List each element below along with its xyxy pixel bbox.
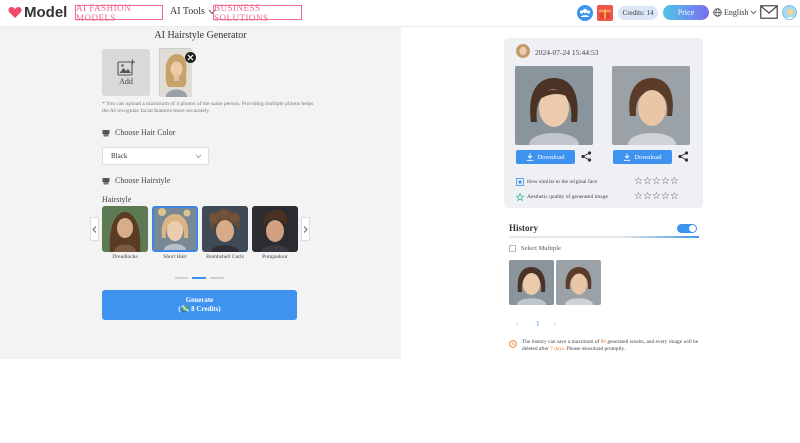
hair-color-heading: Choose Hair Color [102, 128, 175, 137]
heart-logo-icon [8, 7, 22, 18]
language-selector[interactable]: English [713, 8, 757, 17]
hair-color-value: Black [111, 152, 128, 160]
pagination-next[interactable]: › [554, 320, 556, 328]
price-button[interactable]: Price [663, 5, 709, 20]
notice-text: . Please download promptly. [564, 345, 626, 352]
top-bar: Model AI FASHION MODELS AI Tools BUSINES… [0, 0, 800, 27]
similarity-rating-label: How similar to the original face [516, 178, 597, 186]
hair-brush-icon [102, 129, 110, 136]
clock-icon [509, 340, 517, 348]
chevron-left-icon [92, 225, 97, 233]
hairstyle-option-short-hair[interactable] [152, 206, 198, 252]
history-notice: The history can save a maximum of 80 gen… [509, 339, 699, 353]
select-multiple-checkbox[interactable]: Select Multiple [509, 245, 561, 252]
add-photo-button[interactable]: Add [102, 49, 150, 96]
hairstyle-heading: Choose Hairstyle [102, 176, 170, 185]
image-quality-icon [516, 193, 524, 201]
download-label: Download [537, 153, 565, 161]
quality-rating-label: Aesthetic quality of generated image [516, 193, 608, 201]
generate-label: Generate [185, 296, 214, 304]
chevron-down-icon [751, 10, 757, 15]
nav-business-solutions[interactable]: BUSINESS SOLUTIONS [213, 3, 302, 23]
face-compare-icon [516, 178, 524, 186]
carousel-dot[interactable] [175, 277, 188, 279]
toggle-knob [689, 225, 696, 232]
download-icon [624, 153, 631, 161]
add-image-icon [116, 59, 135, 76]
history-notice-text: The history can save a maximum of 80 gen… [522, 339, 699, 353]
result-avatar [516, 44, 530, 58]
download-button[interactable]: Download [613, 150, 672, 164]
notice-text: The history can save a maximum of [522, 339, 601, 345]
gift-icon[interactable] [597, 5, 613, 21]
pagination-prev[interactable]: ‹ [516, 320, 518, 328]
hairstyle-name: Bombshell Curls [206, 254, 244, 260]
history-toggle[interactable] [677, 224, 697, 233]
close-icon [187, 54, 194, 61]
select-multiple-label: Select Multiple [521, 245, 561, 252]
share-icon[interactable] [581, 151, 592, 162]
nav-ai-fashion-models[interactable]: AI FASHION MODELS [75, 3, 163, 23]
hairstyle-next-button[interactable] [301, 217, 310, 241]
hair-color-heading-label: Choose Hair Color [115, 128, 176, 137]
logo[interactable]: Model [8, 4, 67, 21]
chevron-right-icon [303, 225, 308, 233]
upload-hint: * You can upload a maximum of 4 photos o… [102, 101, 314, 114]
carousel-dot[interactable] [210, 277, 224, 279]
download-button[interactable]: Download [516, 150, 575, 164]
nav-ai-tools[interactable]: AI Tools [170, 6, 216, 17]
checkbox[interactable] [509, 245, 516, 252]
generate-cost: (💸 8 Credits) [178, 305, 221, 313]
hairstyle-option-pompadour[interactable] [252, 206, 298, 252]
carousel-dot-active[interactable] [192, 277, 206, 279]
share-icon[interactable] [678, 151, 689, 162]
similarity-label-text: How similar to the original face [527, 179, 598, 185]
hairstyle-name: Dreadlocks [112, 254, 138, 260]
hair-color-select[interactable]: Black [102, 147, 209, 165]
quality-label-text: Aesthetic quality of generated image [527, 194, 608, 200]
hair-brush-icon [102, 177, 110, 184]
history-thumbnail[interactable] [509, 260, 554, 305]
globe-icon [713, 8, 722, 17]
hairstyle-label: Hairstyle [102, 195, 132, 204]
history-title: History [509, 223, 538, 233]
hairstyle-name: Short Hair [163, 254, 187, 260]
remove-photo-button[interactable] [185, 52, 196, 63]
result-image[interactable] [612, 66, 690, 145]
result-timestamp: 2024-07-24 15:44:53 [535, 48, 599, 57]
download-label: Download [634, 153, 662, 161]
community-icon[interactable] [577, 5, 593, 21]
add-photo-label: Add [119, 77, 133, 86]
avatar[interactable] [782, 5, 797, 20]
chevron-down-icon [195, 154, 202, 158]
pagination-current[interactable]: 1 [536, 320, 540, 328]
history-thumbnail[interactable] [556, 260, 601, 305]
hairstyle-option-bombshell-curls[interactable] [202, 206, 248, 252]
hairstyle-prev-button[interactable] [90, 217, 99, 241]
hairstyle-option-dreadlocks[interactable] [102, 206, 148, 252]
mail-icon[interactable] [760, 5, 778, 19]
download-icon [527, 153, 534, 161]
credits-badge[interactable]: Credits: 14 [618, 6, 658, 20]
hairstyle-heading-label: Choose Hairstyle [115, 176, 171, 185]
result-image[interactable] [515, 66, 593, 145]
hairstyle-name: Pompadour [262, 254, 288, 260]
similarity-stars[interactable]: ☆☆☆☆☆ [634, 176, 679, 187]
history-divider [509, 236, 699, 238]
page-title: AI Hairstyle Generator [154, 30, 247, 41]
generate-button[interactable]: Generate (💸 8 Credits) [102, 290, 297, 320]
quality-stars[interactable]: ☆☆☆☆☆ [634, 191, 679, 202]
logo-text: Model [24, 4, 68, 21]
language-label: English [724, 8, 749, 17]
notice-days: 7 days [550, 345, 565, 352]
nav-ai-tools-label: AI Tools [170, 6, 205, 17]
